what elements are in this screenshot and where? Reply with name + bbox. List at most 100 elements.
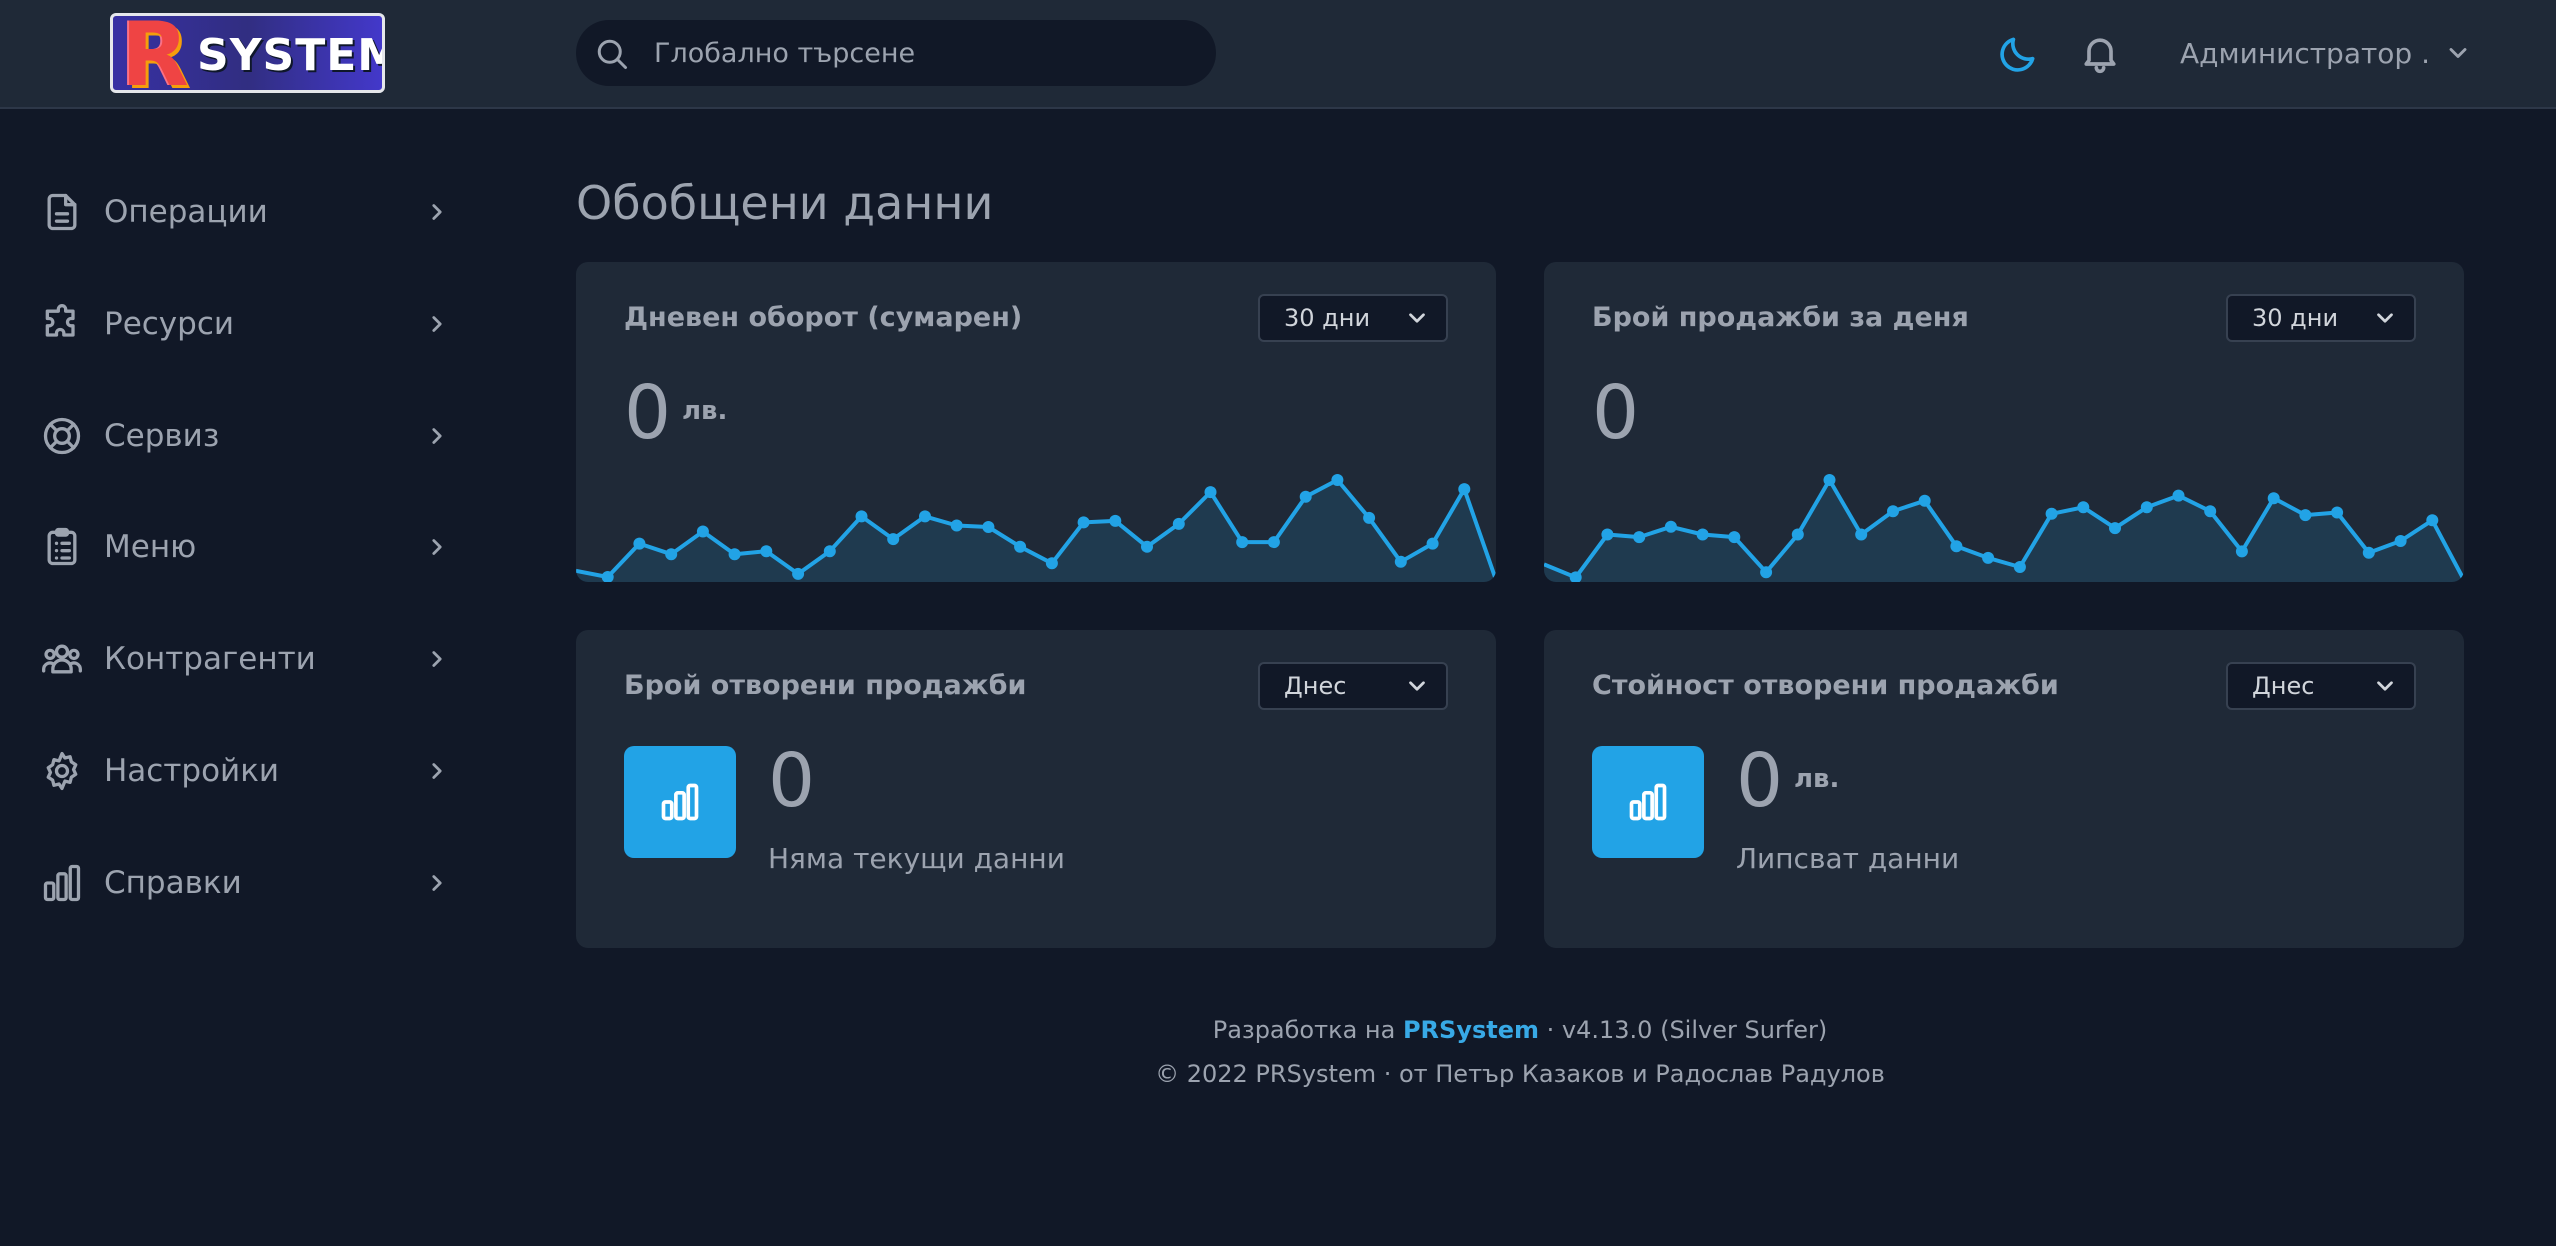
footer-copyright: © 2022 PRSystem · от Петър Казаков и Рад… (1155, 1060, 1885, 1088)
page-title: Обобщени данни (576, 176, 994, 230)
sparkline-point (1601, 528, 1614, 541)
sparkline-area (576, 480, 1496, 582)
sparkline-point (887, 533, 900, 546)
period-select-value: 30 дни (1284, 304, 1371, 332)
chevron-down-icon (2449, 48, 2467, 58)
sparkline-point (1109, 514, 1122, 527)
period-select[interactable]: 30 дни (1258, 294, 1448, 342)
daily-sales-count-card: Брой продажби за деня 30 дни 0 (1544, 262, 2464, 582)
stat-label: Липсват данни (1736, 842, 1960, 875)
currency-unit: лв. (682, 396, 728, 426)
sparkline-point (792, 567, 805, 580)
bar-chart-icon (661, 783, 699, 821)
sidebar-item-contractors[interactable]: Контрагенти (40, 629, 450, 689)
sidebar-item-menu[interactable]: Меню (40, 517, 450, 577)
sparkline-point (950, 519, 963, 532)
open-sales-count-value: 0 (768, 738, 816, 824)
period-select-value: Днес (2252, 672, 2315, 700)
sidebar-item-label: Контрагенти (104, 641, 316, 677)
footer-prefix: Разработка на (1212, 1016, 1396, 1044)
sparkline-point (1045, 557, 1058, 570)
sparkline-point (1141, 540, 1153, 553)
sparkline-point (1172, 517, 1185, 530)
period-select[interactable]: Днес (1258, 662, 1448, 710)
gear-icon (46, 751, 78, 791)
sparkline-point (1982, 551, 1995, 564)
sidebar-item-reports[interactable]: Справки (40, 853, 450, 913)
lifebuoy-icon (43, 417, 81, 455)
sidebar-item-label: Справки (104, 865, 242, 901)
logo[interactable]: R SYSTEM (110, 13, 385, 93)
chevron-down-icon (1409, 681, 1425, 691)
stat-label: Няма текущи данни (768, 842, 1065, 875)
open-sales-value-card: Стойност отворени продажби Днес 0 лв. Ли… (1544, 630, 2464, 948)
logo-letter: R (121, 13, 189, 93)
bar-chart-icon (43, 864, 81, 902)
sparkline-point (2077, 501, 2090, 514)
clipboard-icon (47, 527, 77, 566)
sparkline-point (2013, 561, 2026, 573)
sidebar-item-operations[interactable]: Операции (40, 182, 450, 242)
sparkline-point (2109, 522, 2121, 535)
sparkline-point (982, 521, 995, 533)
sparkline-point (1204, 486, 1217, 499)
sparkline-point (855, 510, 868, 523)
sparkline-point (2394, 535, 2407, 547)
sidebar-item-label: Настройки (104, 753, 280, 789)
chevron-right-icon (432, 428, 442, 444)
sparkline-point (1918, 494, 1931, 507)
sparkline-point (1887, 505, 1899, 518)
period-select[interactable]: 30 дни (2226, 294, 2416, 342)
sparkline-point (1299, 490, 1312, 503)
open-sales-value: 0 (1736, 738, 1784, 824)
sparkline-point (1633, 531, 1646, 544)
chevron-right-icon (432, 316, 442, 332)
sparkline-point (2426, 514, 2439, 527)
chevron-right-icon (432, 875, 442, 891)
turnover-sparkline (576, 474, 1496, 582)
chevron-right-icon (432, 204, 442, 220)
chevron-right-icon (432, 651, 442, 667)
footer-brand-link[interactable]: PRSystem (1403, 1016, 1539, 1044)
sales-count-sparkline (1544, 474, 2464, 582)
sparkline-point (2299, 509, 2312, 522)
sparkline-point (1728, 531, 1741, 544)
global-search[interactable] (576, 20, 1216, 86)
sidebar-item-label: Меню (104, 529, 197, 565)
sparkline-point (1823, 474, 1836, 486)
sidebar-item-label: Операции (104, 194, 268, 230)
open-sales-count-card: Брой отворени продажби Днес 0 Няма текущ… (576, 630, 1496, 948)
sparkline-point (2235, 545, 2248, 558)
sparkline-point (760, 545, 773, 558)
sparkline-point (823, 545, 836, 558)
sparkline-point (1014, 540, 1027, 553)
sparkline-point (2362, 546, 2375, 559)
period-select-value: Днес (1284, 672, 1347, 700)
sparkline-point (696, 525, 709, 538)
sparkline-point (1950, 540, 1963, 553)
search-icon (597, 39, 627, 69)
sidebar-item-settings[interactable]: Настройки (40, 741, 450, 801)
footer-version: · v4.13.0 (Silver Surfer) (1546, 1016, 1828, 1044)
sparkline-point (2172, 489, 2185, 502)
sidebar-item-resources[interactable]: Ресурси (40, 294, 450, 354)
moon-icon[interactable] (1996, 32, 2040, 76)
sparkline-point (1394, 555, 1407, 568)
footer-credits: Разработка на PRSystem · v4.13.0 (Silver… (576, 1016, 2464, 1044)
user-menu[interactable]: Администратор . (2180, 30, 2472, 76)
bell-icon[interactable] (2078, 30, 2122, 76)
sparkline-point (2267, 492, 2280, 505)
sparkline-point (2045, 507, 2058, 520)
sidebar-item-label: Сервиз (104, 418, 220, 454)
sparkline-point (1236, 536, 1249, 549)
sidebar: Операции Ресурси Сервиз Меню Контрагенти… (0, 111, 500, 1246)
sparkline-point (1077, 516, 1090, 529)
logo-text: SYSTEM (197, 30, 385, 81)
search-input[interactable] (654, 20, 1194, 86)
sparkline-point (1267, 536, 1280, 549)
chevron-right-icon (432, 539, 442, 555)
user-name: Администратор . (2180, 36, 2430, 70)
period-select[interactable]: Днес (2226, 662, 2416, 710)
sidebar-item-service[interactable]: Сервиз (40, 406, 450, 466)
sparkline-point (1855, 528, 1868, 541)
